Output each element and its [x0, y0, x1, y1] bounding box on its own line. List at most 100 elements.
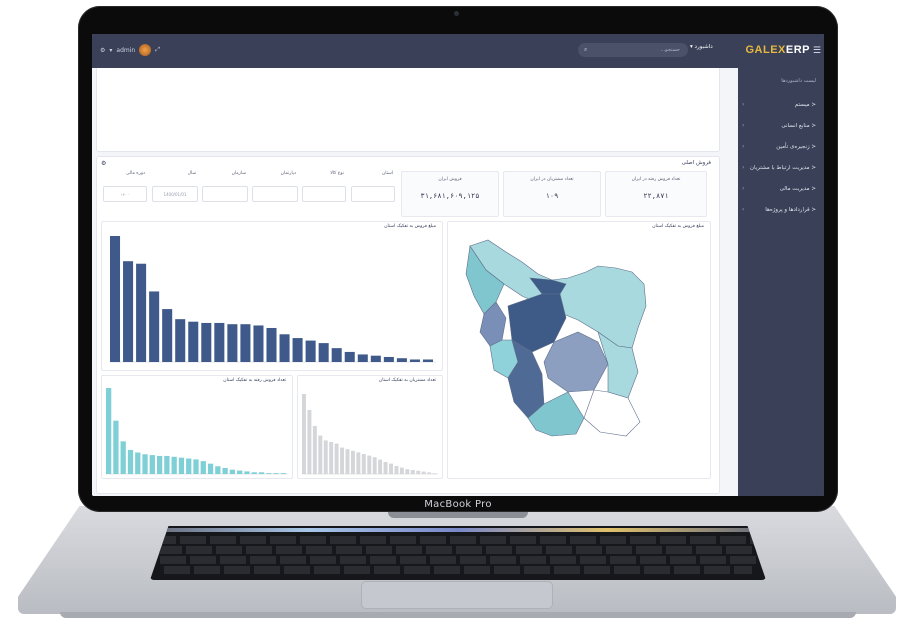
bar[interactable] [410, 470, 415, 474]
bar[interactable] [120, 441, 126, 474]
bar[interactable] [240, 324, 251, 362]
bar[interactable] [399, 467, 404, 474]
bar[interactable] [188, 321, 199, 362]
bar[interactable] [229, 469, 236, 474]
bar[interactable] [305, 340, 316, 362]
share-icon: ≺ [809, 206, 816, 213]
bar[interactable] [357, 354, 368, 362]
bar[interactable] [186, 458, 192, 474]
bar[interactable] [427, 472, 432, 474]
filter-input[interactable] [351, 186, 395, 202]
bar[interactable] [372, 457, 377, 474]
dashboard-select[interactable]: داشبورد ▾ [690, 44, 713, 50]
bar[interactable] [201, 322, 212, 362]
bar[interactable] [258, 472, 265, 474]
bar[interactable] [237, 470, 243, 474]
bar[interactable] [149, 291, 160, 362]
bar[interactable] [200, 461, 206, 474]
gear-icon[interactable]: ⚙ [100, 47, 105, 54]
filter-label: سال [187, 171, 196, 176]
bar[interactable] [266, 473, 272, 474]
bar[interactable] [389, 463, 393, 474]
bar[interactable] [106, 388, 112, 474]
bar[interactable] [244, 471, 250, 474]
map-region-southeast[interactable] [583, 389, 641, 437]
bar[interactable] [370, 355, 381, 362]
bar[interactable] [323, 440, 328, 474]
bar[interactable] [136, 263, 147, 362]
bar[interactable] [135, 452, 141, 475]
bar[interactable] [329, 442, 334, 474]
bar[interactable] [127, 449, 134, 474]
bar[interactable] [215, 466, 221, 474]
bar[interactable] [251, 472, 257, 474]
bar[interactable] [142, 454, 148, 474]
bar[interactable] [421, 471, 426, 474]
bar[interactable] [340, 447, 345, 474]
bar[interactable] [383, 462, 388, 474]
bar[interactable] [394, 466, 399, 474]
chevron-down-icon[interactable]: ▾ [109, 47, 112, 54]
bar[interactable] [302, 394, 306, 474]
bar[interactable] [356, 452, 361, 474]
bar[interactable] [222, 467, 228, 474]
fullscreen-icon[interactable]: ⤢ [155, 46, 160, 54]
filter-select[interactable]: ۱۴۰۰ [103, 186, 147, 202]
bar[interactable] [149, 455, 155, 474]
bar[interactable] [422, 359, 433, 362]
bar[interactable] [253, 325, 264, 362]
filter-input[interactable]: 1400/01/01 [152, 186, 198, 202]
settings-icon[interactable]: ⚙ [101, 160, 106, 167]
sidebar-item[interactable]: ≺ قراردادها و پروژه‌ها ‹ [738, 199, 824, 220]
bar[interactable] [334, 443, 339, 474]
bar[interactable] [383, 356, 394, 362]
bar[interactable] [280, 473, 286, 474]
user-name[interactable]: admin [116, 47, 135, 54]
sidebar-item[interactable]: ≺ مدیریت ارتباط با مشتریان ‹ [738, 157, 824, 178]
bar[interactable] [266, 327, 277, 362]
bar[interactable] [350, 450, 355, 474]
bar[interactable] [416, 470, 421, 474]
bar[interactable] [175, 319, 186, 362]
bar[interactable] [367, 455, 372, 474]
bar[interactable] [273, 473, 279, 474]
bar[interactable] [396, 358, 407, 362]
menu-icon[interactable]: ☰ [813, 46, 821, 56]
bar[interactable] [409, 359, 420, 362]
filter-input[interactable] [302, 186, 346, 202]
sidebar-item[interactable]: ≺ مدیریت مالی ‹ [738, 178, 824, 199]
bar[interactable] [164, 455, 170, 474]
bar[interactable] [307, 410, 312, 474]
bar[interactable] [312, 426, 317, 474]
avatar[interactable] [139, 44, 152, 56]
bar[interactable] [279, 334, 290, 362]
sidebar-item[interactable]: ≺ میستم ‹ [738, 94, 824, 115]
key-row [150, 536, 766, 544]
bar[interactable] [318, 435, 323, 474]
bar[interactable] [318, 343, 329, 362]
filter-input[interactable] [252, 186, 298, 202]
sidebar-item[interactable]: ≺ منابع انسانی ‹ [738, 115, 824, 136]
bar[interactable] [227, 324, 238, 362]
bar[interactable] [405, 469, 410, 474]
bar[interactable] [432, 473, 437, 474]
bar[interactable] [378, 459, 383, 474]
bar[interactable] [171, 456, 177, 474]
bar[interactable] [361, 454, 366, 474]
bar[interactable] [214, 322, 225, 362]
search-input[interactable]: ⌕ جستجو... [578, 43, 688, 57]
bar[interactable] [113, 420, 119, 474]
bar[interactable] [193, 459, 199, 474]
bar[interactable] [156, 455, 163, 474]
bar[interactable] [207, 463, 214, 474]
bar[interactable] [110, 236, 121, 362]
bar[interactable] [178, 457, 185, 474]
filter-input[interactable] [202, 186, 248, 202]
bar[interactable] [123, 261, 134, 362]
bar[interactable] [345, 449, 350, 474]
bar[interactable] [344, 351, 355, 362]
bar[interactable] [292, 338, 303, 362]
bar[interactable] [162, 309, 173, 362]
bar[interactable] [331, 348, 342, 362]
sidebar-item[interactable]: ≺ زنجیره‌ی تأمین ‹ [738, 136, 824, 157]
